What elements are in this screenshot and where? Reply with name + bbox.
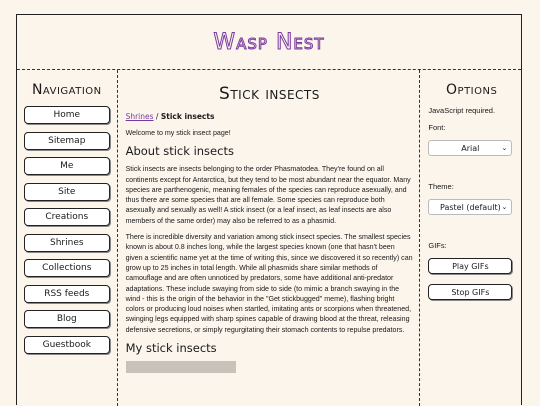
breadcrumb-shrines-link[interactable]: Shrines — [126, 112, 154, 121]
stop-gifs-button[interactable]: Stop GIFs — [428, 284, 513, 300]
welcome-text: Welcome to my stick insect page! — [125, 129, 231, 137]
nav-home-button[interactable]: Home — [23, 106, 110, 124]
nav-me-button[interactable]: Me — [23, 157, 110, 175]
nav-site-button[interactable]: Site — [23, 182, 110, 201]
nav-sitemap-button[interactable]: Sitemap — [23, 131, 110, 150]
page-frame: Wasp Nest Navigation Home Sitemap Me Sit… — [16, 14, 522, 406]
chevron-down-icon: ⌄ — [501, 144, 508, 152]
theme-select-value: Pastel (default) — [439, 202, 501, 212]
site-header: Wasp Nest — [17, 15, 521, 70]
font-select-value: Arial — [461, 143, 480, 153]
breadcrumb-current: Stick insects — [160, 112, 215, 121]
section-heading-about: About stick insects — [125, 144, 234, 159]
theme-select[interactable]: Pastel (default) ⌄ — [428, 199, 513, 215]
navigation-sidebar: Navigation Home Sitemap Me Site Creation… — [17, 70, 118, 406]
nav-guestbook-button[interactable]: Guestbook — [23, 335, 110, 354]
gifs-label: GIFs: — [428, 241, 447, 250]
main-content: Stick insects Shrines / Stick insects We… — [118, 70, 421, 406]
stick-insect-photo — [125, 361, 236, 374]
font-label: Font: — [428, 123, 446, 132]
breadcrumb: Shrines / Stick insects — [126, 112, 414, 121]
options-title: Options — [446, 82, 498, 98]
options-sidebar: Options JavaScript required. Font: Arial… — [420, 70, 521, 406]
about-paragraph-1: Stick insects are insects belonging to t… — [125, 165, 411, 225]
nav-shrines-button[interactable]: Shrines — [23, 233, 110, 252]
site-title[interactable]: Wasp Nest — [213, 29, 324, 55]
nav-blog-button[interactable]: Blog — [23, 310, 110, 328]
about-paragraph-2: There is incredible diversity and variat… — [125, 233, 413, 334]
nav-collections-button[interactable]: Collections — [23, 259, 110, 277]
nav-creations-button[interactable]: Creations — [23, 208, 110, 226]
theme-label: Theme: — [428, 182, 454, 191]
font-select[interactable]: Arial ⌄ — [428, 140, 513, 156]
breadcrumb-separator: / — [153, 112, 161, 121]
nav-rss-feeds-button[interactable]: RSS feeds — [23, 284, 110, 303]
section-heading-my-stick-insects: My stick insects — [125, 341, 217, 356]
chevron-down-icon: ⌄ — [501, 203, 508, 211]
navigation-title: Navigation — [31, 82, 102, 98]
javascript-note: JavaScript required. — [428, 106, 496, 115]
play-gifs-button[interactable]: Play GIFs — [428, 258, 513, 274]
page-title: Stick insects — [219, 84, 320, 104]
